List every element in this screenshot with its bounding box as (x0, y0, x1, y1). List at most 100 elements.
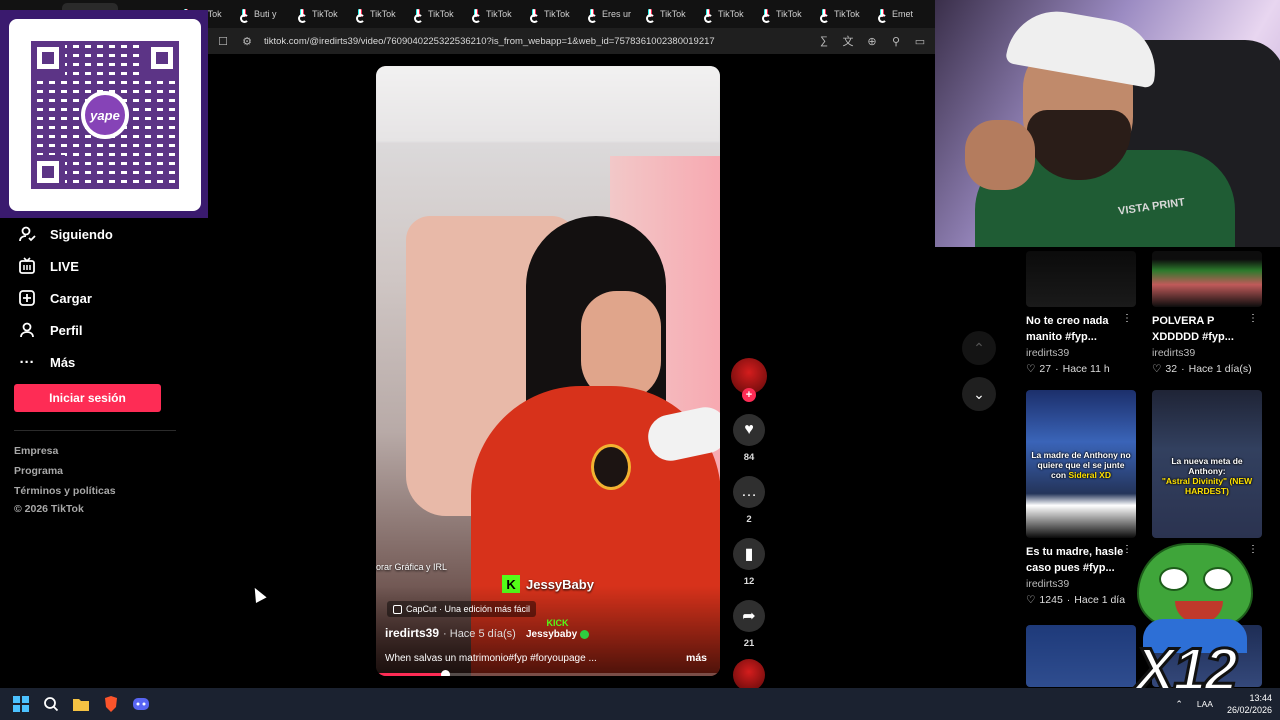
heart-icon: ♡ (1026, 594, 1036, 606)
tab-label: TikTok (776, 9, 802, 19)
author-name[interactable]: iredirts39 (385, 626, 439, 640)
video-player[interactable]: orar Gráfica y IRL K JessyBaby CapCut · … (376, 66, 720, 676)
capcut-badge[interactable]: CapCut · Una edición más fácil (387, 601, 537, 617)
bookmark-icon[interactable]: ☐ (216, 34, 230, 48)
video-card[interactable]: La madre de Anthony no quiere que el se … (1026, 390, 1138, 606)
comment-icon[interactable]: … (733, 476, 765, 508)
thumbnail-overlay-highlight: "Astral Divinity" (NEW HARDEST) (1161, 476, 1253, 496)
cast-icon[interactable]: ▭ (913, 34, 927, 48)
clock-time: 13:44 (1249, 693, 1272, 703)
browser-tab[interactable]: TikTok (758, 3, 814, 25)
more-options-icon[interactable]: ⋮ (1248, 313, 1258, 324)
clock[interactable]: 13:44 26/02/2026 (1227, 692, 1272, 716)
video-card[interactable]: ⋮ No te creo nada manito #fyp... iredirt… (1026, 251, 1138, 375)
tiktok-icon (298, 9, 308, 23)
browser-tab[interactable]: TikTok (642, 3, 698, 25)
sidebar-nav: Siguiendo LIVE Cargar Perfil ··· Más (14, 218, 204, 378)
translate-icon[interactable]: 文 (841, 34, 855, 48)
file-explorer-icon[interactable] (69, 692, 93, 716)
video-thumbnail[interactable] (1026, 251, 1136, 307)
card-author[interactable]: iredirts39 (1152, 347, 1264, 359)
windows-icon (13, 696, 29, 712)
browser-tab[interactable]: Emet (874, 3, 930, 25)
more-options-icon[interactable]: ⋮ (1122, 313, 1132, 324)
browser-tab[interactable]: TikTok (410, 3, 466, 25)
sidebar-item-siguiendo[interactable]: Siguiendo (14, 218, 204, 250)
zoom-icon[interactable]: ⊕ (865, 34, 879, 48)
share-icon[interactable]: ➦ (733, 600, 765, 632)
more-link[interactable]: más (686, 652, 707, 664)
heart-icon: ♡ (1026, 363, 1036, 375)
video-thumbnail[interactable] (1152, 251, 1262, 307)
sidebar-item-mas[interactable]: ··· Más (14, 346, 204, 378)
tiktok-icon (820, 9, 830, 23)
video-card[interactable] (1026, 625, 1138, 687)
card-author[interactable]: iredirts39 (1026, 347, 1138, 359)
video-thumbnail[interactable] (1026, 625, 1136, 687)
start-button[interactable] (9, 692, 33, 716)
discord-icon[interactable] (129, 692, 153, 716)
progress-knob[interactable] (440, 670, 450, 676)
taskbar: ⌃ LAA 13:44 26/02/2026 (0, 688, 1280, 720)
sidebar-item-live[interactable]: LIVE (14, 250, 204, 282)
footer-link-empresa[interactable]: Empresa (14, 444, 116, 464)
browser-tab[interactable]: TikTok (526, 3, 582, 25)
card-title: POLVERA P XDDDDD #fyp... (1152, 315, 1234, 343)
browser-tab[interactable]: TikTok (700, 3, 756, 25)
heart-icon[interactable]: ♥ (733, 414, 765, 446)
browser-tab[interactable]: TikTok (352, 3, 408, 25)
tray-overflow-icon[interactable]: ⌃ (1175, 699, 1183, 710)
divider (14, 430, 176, 431)
tab-label: TikTok (370, 9, 396, 19)
browser-tab[interactable]: TikTok (468, 3, 524, 25)
sidebar-item-label: Perfil (50, 322, 83, 338)
sidebar-item-cargar[interactable]: Cargar (14, 282, 204, 314)
browser-tab[interactable]: TikTok (816, 3, 872, 25)
browser-tab[interactable]: Buti y (236, 3, 292, 25)
kick-label: KICK (546, 618, 569, 628)
video-card[interactable]: ⋮ POLVERA P XDDDDD #fyp... iredirts39 ♡ 3… (1152, 251, 1264, 375)
card-age: Hace 1 día(s) (1188, 363, 1252, 375)
save-count: 12 (743, 576, 755, 587)
url-text[interactable]: tiktok.com/@iredirts39/video/76090402253… (264, 36, 807, 47)
next-video-button[interactable]: ⌄ (962, 377, 996, 411)
footer-link-programa[interactable]: Programa (14, 464, 116, 484)
video-progress[interactable] (376, 670, 720, 676)
tab-label: TikTok (718, 9, 744, 19)
tiktok-icon (472, 9, 482, 23)
sidebar-item-perfil[interactable]: Perfil (14, 314, 204, 346)
video-thumbnail[interactable]: La madre de Anthony no quiere que el se … (1026, 390, 1136, 538)
tiktok-icon (762, 9, 772, 23)
browser-tab[interactable]: TikTok (294, 3, 350, 25)
sidebar-item-label: Más (50, 354, 76, 370)
action-rail: + ♥ 84 … 2 ▮ 12 ➦ 21 (730, 358, 768, 691)
language-indicator[interactable]: LAA (1197, 699, 1213, 710)
following-icon (18, 225, 36, 243)
comment-count: 2 (746, 514, 752, 525)
card-likes: 1245 (1039, 594, 1063, 606)
music-disc-avatar[interactable] (733, 659, 765, 691)
progress-fill (376, 673, 445, 676)
bookmark-icon[interactable]: ▮ (733, 538, 765, 570)
video-author[interactable]: iredirts39 · Hace 5 día(s) (385, 626, 516, 640)
video-card[interactable]: La nueva meta de Anthony: "Astral Divinit… (1152, 390, 1264, 555)
share-count: 21 (743, 638, 755, 649)
video-thumbnail[interactable]: La nueva meta de Anthony: "Astral Divinit… (1152, 390, 1262, 538)
tiktok-icon (240, 9, 250, 23)
address-bar[interactable]: ☐ ⚙ tiktok.com/@iredirts39/video/7609040… (208, 28, 935, 54)
system-tray: ⌃ LAA 13:44 26/02/2026 (1175, 688, 1272, 720)
search-icon[interactable] (39, 692, 63, 716)
site-settings-icon[interactable]: ⚙ (240, 34, 254, 48)
browser-tab[interactable]: Eres ur (584, 3, 640, 25)
search-icon[interactable]: ⚲ (889, 34, 903, 48)
brave-browser-icon[interactable] (99, 692, 123, 716)
previous-video-button[interactable]: ⌃ (962, 331, 996, 365)
creator-avatar[interactable]: + (731, 358, 767, 402)
tiktok-icon (356, 9, 366, 23)
follow-plus-icon[interactable]: + (742, 388, 756, 402)
card-author[interactable]: iredirts39 (1026, 578, 1138, 590)
footer-link-terminos[interactable]: Términos y políticas (14, 484, 116, 504)
post-age: · Hace 5 día(s) (443, 628, 516, 640)
reader-mode-icon[interactable]: ∑ (817, 34, 831, 48)
login-button[interactable]: Iniciar sesión (14, 384, 161, 412)
